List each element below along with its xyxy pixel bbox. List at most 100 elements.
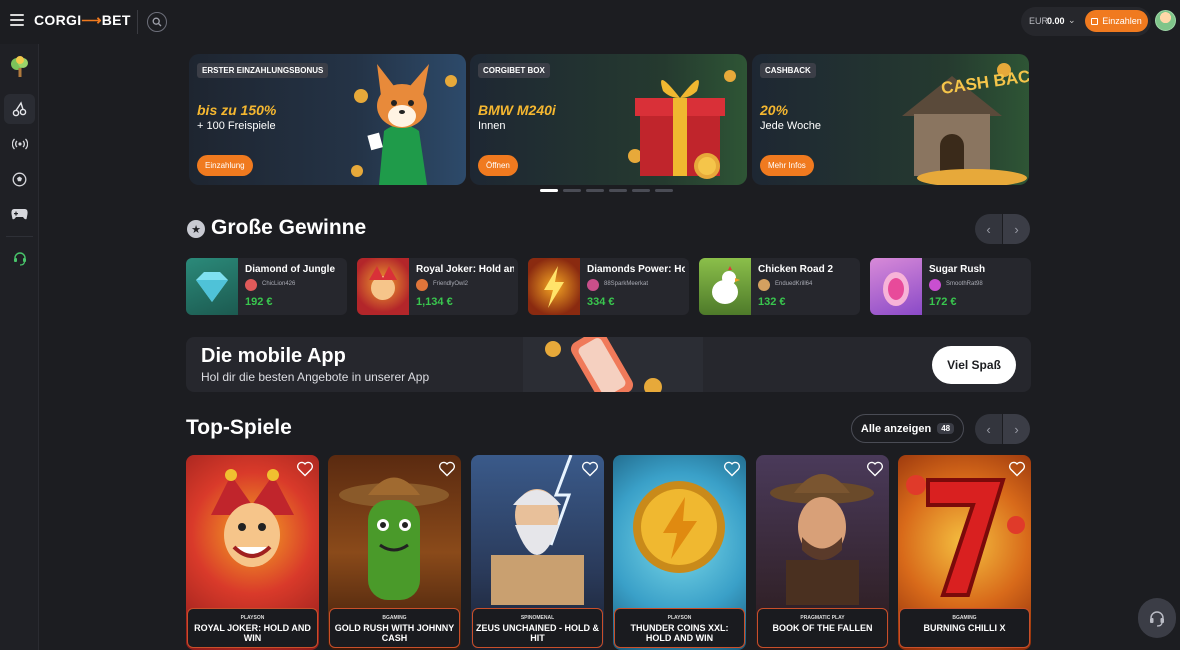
live-support-button[interactable] <box>1138 598 1176 638</box>
sidebar-item-home[interactable] <box>4 52 35 82</box>
big-win-card[interactable]: Diamond of Jungle ChicLion426 192 € <box>186 258 347 315</box>
sidebar-divider <box>6 236 33 237</box>
app-download-button[interactable]: Viel Spaß <box>932 346 1016 384</box>
sidebar-item-live[interactable] <box>4 129 35 159</box>
carousel-dot[interactable] <box>632 189 650 192</box>
top-bar: CORGI⟶BET EUR 0.00 ⌄ Einzahlen <box>0 0 1180 44</box>
big-wins-next-button[interactable]: › <box>1003 214 1030 244</box>
tree-icon <box>10 56 28 77</box>
sidebar-item-esports[interactable] <box>4 199 35 229</box>
divider <box>137 10 138 34</box>
banner-headline: bis zu 150% <box>197 102 277 118</box>
sidebar-item-casino[interactable] <box>4 94 35 124</box>
carousel-dot[interactable] <box>540 189 558 192</box>
app-banner-title: Die mobile App <box>201 345 346 367</box>
promo-banner-corgibet-box[interactable]: CORGIBET BOX BMW M240i Innen Öffnen <box>470 54 747 185</box>
candy-egg-icon <box>883 272 909 306</box>
lucky-seven-artwork <box>906 475 1025 597</box>
logo-bone-icon: ⟶ <box>81 12 102 28</box>
game-title: ROYAL JOKER: HOLD AND WIN <box>194 623 311 643</box>
deposit-button[interactable]: Einzahlen <box>1085 10 1148 32</box>
more-info-button[interactable]: Mehr Infos <box>760 155 814 176</box>
menu-icon[interactable] <box>10 14 24 26</box>
win-game-name: Chicken Road 2 <box>758 264 834 275</box>
game-card[interactable]: BGAMING GOLD RUSH WITH JOHNNY CASH <box>328 455 461 650</box>
game-card[interactable]: SPINOMENAL ZEUS UNCHAINED - HOLD & HIT <box>471 455 604 650</box>
win-username: 88SparkMeerkat <box>604 281 649 287</box>
top-games-prev-button[interactable]: ‹ <box>975 414 1002 444</box>
game-thumbnail <box>357 258 409 315</box>
heart-icon[interactable] <box>1008 461 1026 477</box>
win-amount: 334 € <box>587 296 615 308</box>
game-label: BGAMING GOLD RUSH WITH JOHNNY CASH <box>329 608 460 648</box>
win-amount: 172 € <box>929 296 957 308</box>
carousel-pagination <box>540 189 673 192</box>
sidebar-item-support[interactable] <box>4 243 35 273</box>
heart-icon[interactable] <box>866 461 884 477</box>
game-thumbnail <box>528 258 580 315</box>
banner-tag: CASHBACK <box>760 63 816 78</box>
carousel-dot[interactable] <box>586 189 604 192</box>
win-username: ChicLion426 <box>262 281 296 287</box>
banner-subtitle: + 100 Freispiele <box>197 120 276 132</box>
game-thumbnail <box>699 258 751 315</box>
carousel-dot[interactable] <box>655 189 673 192</box>
heart-icon[interactable] <box>723 461 741 477</box>
game-card[interactable]: PLAYSON THUNDER COINS XXL: HOLD AND WIN <box>613 455 746 650</box>
search-icon <box>152 17 162 27</box>
chevron-left-icon: ‹ <box>986 421 991 437</box>
carousel-dot[interactable] <box>563 189 581 192</box>
avatar[interactable] <box>1155 10 1176 31</box>
big-win-card[interactable]: Diamonds Power: Hold and Win 88SparkMeer… <box>528 258 689 315</box>
game-label: PLAYSON THUNDER COINS XXL: HOLD AND WIN <box>614 608 745 648</box>
win-amount: 1,134 € <box>416 296 453 308</box>
big-win-card[interactable]: Sugar Rush SmoothRat98 172 € <box>870 258 1031 315</box>
big-wins-prev-button[interactable]: ‹ <box>975 214 1002 244</box>
big-win-card[interactable]: Chicken Road 2 EnduedKrill64 132 € <box>699 258 860 315</box>
open-box-button[interactable]: Öffnen <box>478 155 518 176</box>
sidebar-item-sports[interactable] <box>4 164 35 194</box>
user-avatar-icon <box>587 279 599 291</box>
show-all-button[interactable]: Alle anzeigen 48 <box>851 414 964 443</box>
lightning-icon <box>544 266 564 308</box>
game-label: SPINOMENAL ZEUS UNCHAINED - HOLD & HIT <box>472 608 603 648</box>
cowboy-artwork <box>770 474 874 605</box>
win-game-name: Royal Joker: Hold and Win <box>416 264 514 275</box>
chicken-icon <box>712 266 740 304</box>
headset-icon <box>1150 611 1164 627</box>
gift-box-image <box>628 70 736 179</box>
cherries-icon <box>12 101 26 117</box>
headset-icon <box>13 252 26 266</box>
win-username: EnduedKrill64 <box>775 281 813 287</box>
heart-icon[interactable] <box>296 461 314 477</box>
banner-tag: ERSTER EINZAHLUNGSBONUS <box>197 63 329 78</box>
big-wins-title: Große Gewinne <box>211 216 367 239</box>
user-avatar-icon <box>929 279 941 291</box>
win-game-name: Diamonds Power: Hold and Win <box>587 264 685 275</box>
star-icon: ★ <box>187 220 205 238</box>
big-win-card[interactable]: Royal Joker: Hold and Win FriendlyOwl2 1… <box>357 258 518 315</box>
game-label: BGAMING BURNING CHILLI X <box>899 608 1030 648</box>
game-card[interactable]: PLAYSON ROYAL JOKER: HOLD AND WIN <box>186 455 319 650</box>
banner-tag: CORGIBET BOX <box>478 63 550 78</box>
game-card[interactable]: BGAMING BURNING CHILLI X <box>898 455 1031 650</box>
logo[interactable]: CORGI⟶BET <box>34 12 131 29</box>
top-games-next-button[interactable]: › <box>1003 414 1030 444</box>
game-title: BURNING CHILLI X <box>923 623 1006 633</box>
cashback-house-image: CASH BACK <box>902 63 1029 185</box>
heart-icon[interactable] <box>438 461 456 477</box>
mobile-app-banner: Die mobile App Hol dir die besten Angebo… <box>186 337 1031 392</box>
promo-banner-deposit-bonus[interactable]: ERSTER EINZAHLUNGSBONUS bis zu 150% + 10… <box>189 54 466 185</box>
chevron-down-icon: ⌄ <box>1068 15 1076 25</box>
games-count-badge: 48 <box>937 423 955 434</box>
search-button[interactable] <box>147 12 167 32</box>
game-provider: BGAMING <box>952 615 977 621</box>
cashback-art-text: CASH BACK <box>940 65 1029 98</box>
heart-icon[interactable] <box>581 461 599 477</box>
game-card[interactable]: PRAGMATIC PLAY BOOK OF THE FALLEN <box>756 455 889 650</box>
top-games-title: Top-Spiele <box>186 416 292 439</box>
promo-banner-cashback[interactable]: CASH BACK CASHBACK 20% Jede Woche Mehr I… <box>752 54 1029 185</box>
carousel-dot[interactable] <box>609 189 627 192</box>
deposit-promo-button[interactable]: Einzahlung <box>197 155 253 176</box>
banner-headline: 20% <box>760 102 789 118</box>
